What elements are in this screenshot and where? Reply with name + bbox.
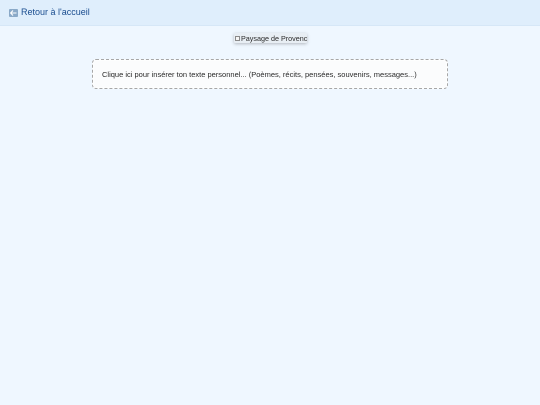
top-bar: Retour à l'accueil <box>0 0 540 26</box>
back-arrow-icon <box>9 8 18 17</box>
text-placeholder: Clique ici pour insérer ton texte person… <box>102 69 417 79</box>
back-to-home-link[interactable]: Retour à l'accueil <box>9 7 90 18</box>
back-link-label: Retour à l'accueil <box>21 7 90 17</box>
image-alt-text: Paysage de Provence <box>241 33 307 43</box>
landscape-image: Paysage de Provence <box>234 33 307 43</box>
personal-text-editable-area[interactable]: Clique ici pour insérer ton texte person… <box>92 59 448 89</box>
broken-image-icon <box>235 35 240 41</box>
